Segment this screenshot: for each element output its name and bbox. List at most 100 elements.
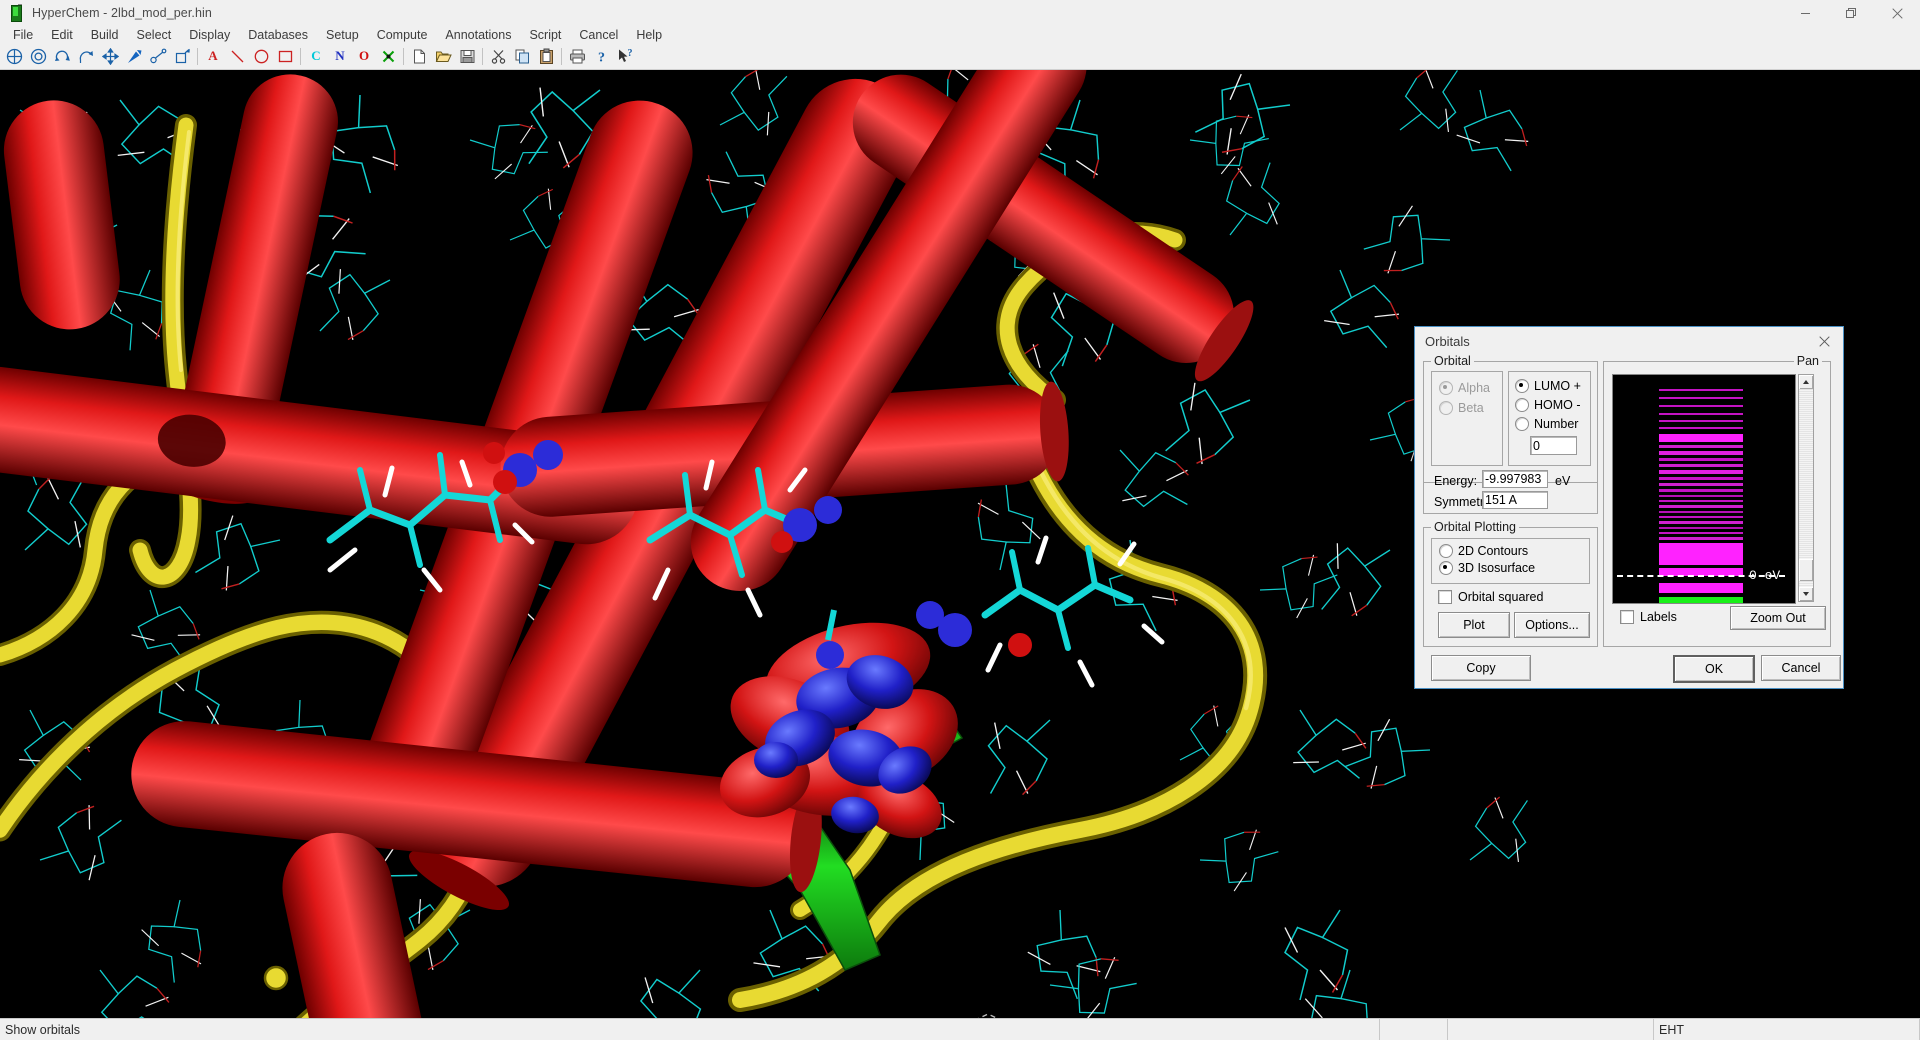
printer-icon[interactable]: [565, 45, 589, 67]
menu-select[interactable]: Select: [128, 27, 181, 43]
orbital-level: [1659, 427, 1743, 429]
floppy-save-icon[interactable]: [455, 45, 479, 67]
z-rotation-icon[interactable]: [50, 45, 74, 67]
annotation-a-label: A: [208, 48, 217, 64]
restore-button[interactable]: [1828, 0, 1874, 26]
menu-help[interactable]: Help: [627, 27, 671, 43]
radio-dot-icon: [1439, 401, 1453, 415]
orbital-level: [1659, 405, 1743, 407]
molecule-render: [0, 70, 1560, 1018]
menu-build[interactable]: Build: [82, 27, 128, 43]
select-crosshair-icon[interactable]: [2, 45, 26, 67]
radio-dot-icon: [1515, 417, 1529, 431]
orbital-squared-label: Orbital squared: [1458, 590, 1543, 604]
blue-arrow-zoom-icon[interactable]: [122, 45, 146, 67]
orbital-number-input[interactable]: 0: [1530, 436, 1577, 455]
status-cell-1: [1380, 1019, 1448, 1040]
orbital-level: [1659, 583, 1743, 593]
question-mark-icon[interactable]: ?: [589, 45, 613, 67]
radio-dot-icon: [1439, 381, 1453, 395]
orbital-level: [1659, 521, 1743, 524]
energy-value-input[interactable]: -9.997983: [1482, 470, 1548, 488]
pan-scrollbar[interactable]: [1798, 374, 1814, 602]
menu-setup[interactable]: Setup: [317, 27, 368, 43]
orbital-level: [1659, 470, 1743, 474]
circle-outline-icon[interactable]: [249, 45, 273, 67]
ok-button[interactable]: OK: [1673, 655, 1755, 683]
menu-file[interactable]: File: [4, 27, 42, 43]
diagonal-line-icon[interactable]: [225, 45, 249, 67]
magnify-circle-icon[interactable]: [26, 45, 50, 67]
orbital-level: [1659, 483, 1743, 486]
level-box: LUMO + HOMO - Number 0: [1508, 371, 1591, 466]
letter-o-icon[interactable]: O: [352, 45, 376, 67]
close-button[interactable]: [1874, 0, 1920, 26]
radio-homo[interactable]: HOMO -: [1515, 398, 1581, 412]
menu-databases[interactable]: Databases: [239, 27, 317, 43]
minimize-button[interactable]: [1782, 0, 1828, 26]
window-controls: [1782, 0, 1920, 26]
menu-cancel[interactable]: Cancel: [570, 27, 627, 43]
scrollbar-thumb[interactable]: [1799, 559, 1813, 581]
scroll-down-arrow-icon[interactable]: [1799, 587, 1813, 601]
orbital-level: [1659, 516, 1743, 518]
plot-button[interactable]: Plot: [1438, 612, 1510, 638]
menu-annotations[interactable]: Annotations: [436, 27, 520, 43]
orbitals-dialog[interactable]: Orbitals Orbital Alpha Beta: [1414, 326, 1844, 689]
checkbox-icon: [1620, 610, 1634, 624]
orbital-level: [1659, 445, 1743, 448]
energy-level-diagram[interactable]: 0 eV: [1612, 374, 1796, 604]
symmetry-value-input[interactable]: 151 A: [1482, 491, 1548, 509]
svg-text:?: ?: [627, 48, 632, 59]
pan-group: Pan: [1603, 361, 1831, 647]
scroll-up-arrow-icon[interactable]: [1799, 375, 1813, 389]
copy-pages-icon[interactable]: [510, 45, 534, 67]
atom-o-label: O: [359, 48, 369, 64]
open-folder-icon[interactable]: [431, 45, 455, 67]
clipboard-paste-icon[interactable]: [534, 45, 558, 67]
radio-2d-contours[interactable]: 2D Contours: [1439, 544, 1528, 558]
radio-beta-label: Beta: [1458, 401, 1484, 415]
letter-a-icon[interactable]: A: [201, 45, 225, 67]
radio-lumo[interactable]: LUMO +: [1515, 379, 1581, 393]
status-message: Show orbitals: [0, 1019, 1380, 1040]
green-x-atom-icon[interactable]: [376, 45, 400, 67]
draw-bond-icon[interactable]: [146, 45, 170, 67]
radio-dot-icon: [1439, 544, 1453, 558]
orbital-level: [1659, 464, 1743, 467]
orbital-level: [1659, 389, 1743, 391]
labels-checkbox[interactable]: Labels: [1620, 610, 1677, 624]
radio-alpha[interactable]: Alpha: [1439, 381, 1490, 395]
statusbar: Show orbitals EHT: [0, 1018, 1920, 1040]
selection-box-icon[interactable]: [170, 45, 194, 67]
scrollbar-track[interactable]: [1799, 389, 1813, 587]
orbital-level: [1659, 500, 1743, 502]
cancel-button[interactable]: Cancel: [1761, 655, 1841, 681]
copy-button[interactable]: Copy: [1431, 655, 1531, 681]
orbital-level: [1659, 505, 1743, 508]
menu-display[interactable]: Display: [180, 27, 239, 43]
four-arrow-move-icon[interactable]: [98, 45, 122, 67]
atom-n-label: N: [335, 48, 344, 64]
zoom-out-button[interactable]: Zoom Out: [1730, 606, 1826, 630]
orbital-squared-checkbox[interactable]: Orbital squared: [1438, 590, 1543, 604]
xy-rotation-icon[interactable]: [74, 45, 98, 67]
toolbar-separator: [194, 47, 201, 65]
radio-beta[interactable]: Beta: [1439, 401, 1484, 415]
letter-n-icon[interactable]: N: [328, 45, 352, 67]
letter-c-icon[interactable]: C: [304, 45, 328, 67]
labels-checkbox-label: Labels: [1640, 610, 1677, 624]
pan-group-label: Pan: [1794, 354, 1822, 368]
close-icon[interactable]: [1807, 329, 1841, 353]
menu-edit[interactable]: Edit: [42, 27, 82, 43]
scissors-icon[interactable]: [486, 45, 510, 67]
rectangle-outline-icon[interactable]: [273, 45, 297, 67]
new-document-icon[interactable]: [407, 45, 431, 67]
radio-3d-isosurface[interactable]: 3D Isosurface: [1439, 561, 1535, 575]
arrow-question-icon[interactable]: ?: [613, 45, 637, 67]
energy-unit-label: eV: [1555, 474, 1570, 488]
menu-compute[interactable]: Compute: [368, 27, 437, 43]
radio-number[interactable]: Number: [1515, 417, 1578, 431]
options-button[interactable]: Options...: [1514, 612, 1590, 638]
menu-script[interactable]: Script: [520, 27, 570, 43]
